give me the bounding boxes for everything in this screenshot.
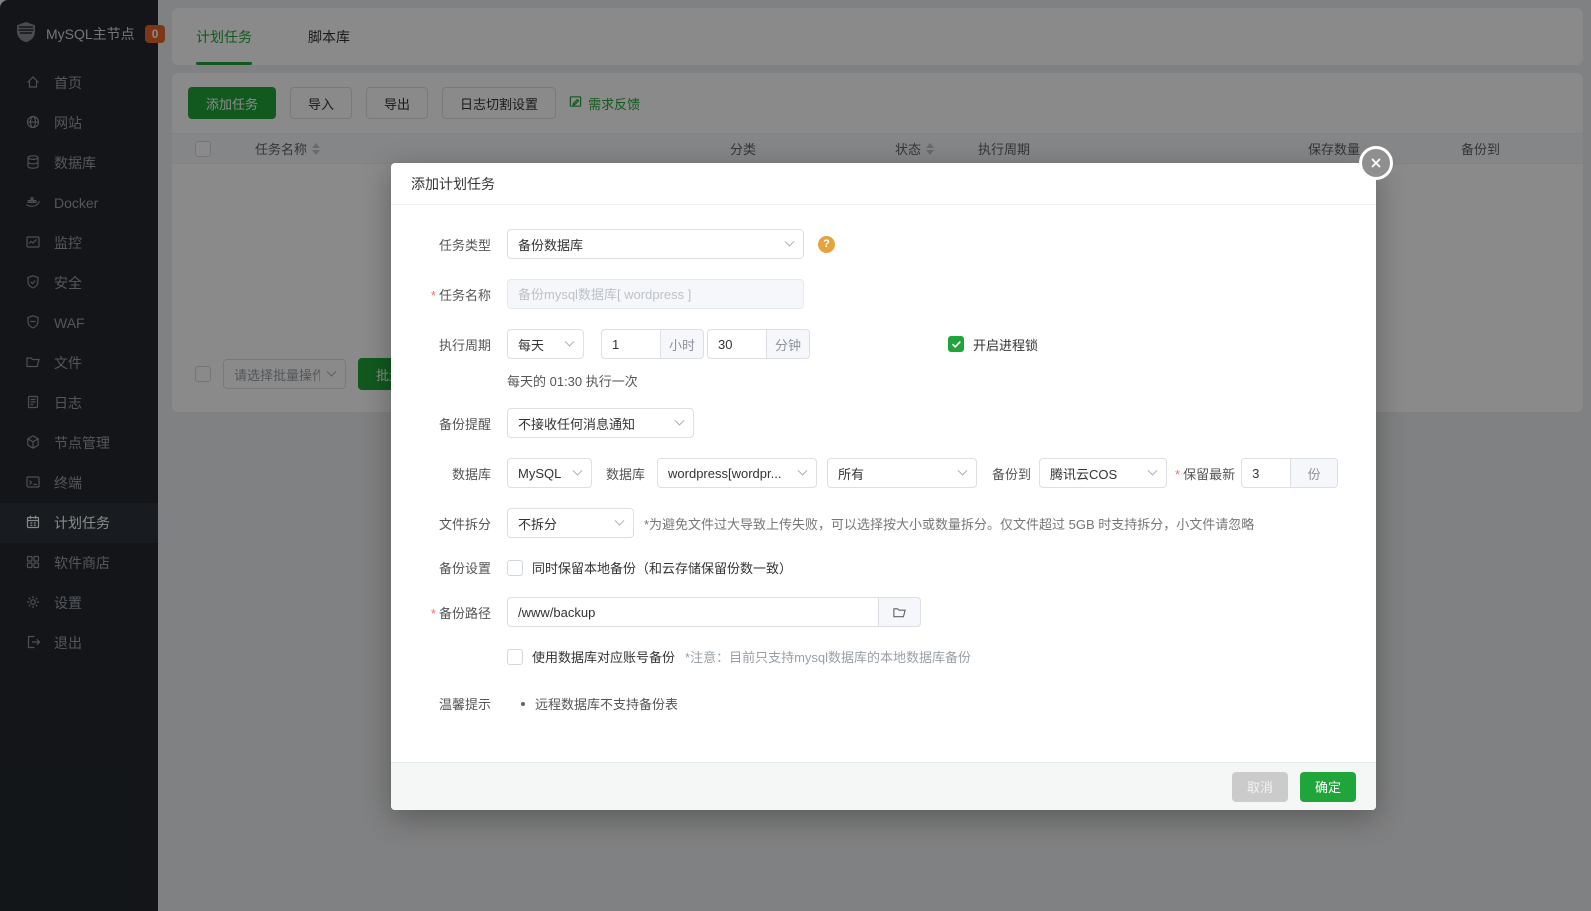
minute-unit-label: 分钟 — [767, 329, 810, 359]
modal-footer: 取消 确定 — [391, 762, 1376, 810]
backup-to-select[interactable]: 腾讯云COS — [1039, 458, 1168, 488]
backup-setting-label: 备份设置 — [438, 561, 491, 576]
db-account-checkbox[interactable] — [507, 648, 523, 665]
file-split-value: 不拆分 — [518, 516, 558, 532]
file-split-select[interactable]: 不拆分 — [507, 508, 634, 538]
notify-label: 备份提醒 — [438, 416, 491, 432]
task-name-input[interactable] — [507, 279, 804, 309]
file-split-label: 文件拆分 — [438, 516, 491, 532]
cycle-period-value: 每天 — [518, 337, 545, 353]
cycle-hint: 每天的 01:30 执行一次 — [507, 374, 638, 389]
file-split-note: *为避免文件过大导致上传失败，可以选择按大小或数量拆分。仅文件超过 5GB 时支… — [644, 516, 1255, 532]
chevron-down-icon — [564, 336, 575, 347]
keep-unit-label: 份 — [1291, 458, 1339, 488]
tips-item: 远程数据库不支持备份表 — [535, 697, 679, 712]
folder-picker-button[interactable] — [879, 597, 921, 627]
chevron-down-icon — [957, 465, 968, 476]
db-account-note: *注意：目前只支持mysql数据库的本地数据库备份 — [685, 650, 972, 665]
backup-path-input[interactable] — [507, 597, 879, 627]
task-type-select[interactable]: 备份数据库 — [507, 229, 804, 259]
keep-local-checkbox[interactable] — [507, 559, 523, 576]
notify-select[interactable]: 不接收任何消息通知 — [507, 408, 694, 438]
db-name-value: wordpress[wordpr... — [668, 465, 782, 481]
database-label: 数据库 — [451, 466, 491, 482]
db-select-label: 数据库 — [606, 466, 646, 482]
modal-title: 添加计划任务 — [411, 175, 495, 192]
tips-label: 温馨提示 — [438, 697, 491, 712]
chevron-down-icon — [784, 236, 795, 247]
process-lock-label: 开启进程锁 — [973, 337, 1039, 353]
db-engine-value: MySQL — [518, 465, 562, 481]
db-engine-select[interactable]: MySQL — [507, 458, 592, 488]
task-type-label: 任务类型 — [438, 237, 491, 253]
chevron-down-icon — [797, 465, 808, 476]
task-name-label: 任务名称 — [411, 285, 491, 304]
db-account-label: 使用数据库对应账号备份 — [532, 650, 676, 665]
task-type-value: 备份数据库 — [518, 237, 584, 253]
close-icon[interactable] — [1359, 146, 1393, 180]
backup-path-label: 备份路径 — [411, 603, 491, 622]
db-tables-select[interactable]: 所有 — [827, 458, 978, 488]
modal-header: 添加计划任务 — [391, 163, 1376, 205]
cycle-minute-input[interactable] — [707, 329, 767, 359]
help-icon[interactable]: ? — [818, 235, 835, 253]
chevron-down-icon — [1147, 465, 1158, 476]
db-name-select[interactable]: wordpress[wordpr... — [657, 458, 818, 488]
cycle-label: 执行周期 — [438, 337, 491, 353]
db-tables-value: 所有 — [838, 466, 865, 482]
add-task-modal: 添加计划任务 任务类型 备份数据库 ? 任务名称 执行周期 每天 — [391, 146, 1393, 810]
confirm-button[interactable]: 确定 — [1299, 771, 1356, 802]
keep-latest-label: 保留最新 — [1175, 464, 1235, 483]
bullet-dot-icon — [521, 701, 525, 706]
chevron-down-icon — [674, 415, 685, 426]
notify-value: 不接收任何消息通知 — [518, 416, 636, 432]
keep-local-label: 同时保留本地备份（和云存储保留份数一致） — [532, 561, 793, 576]
backup-to-value: 腾讯云COS — [1050, 466, 1118, 482]
keep-count-input[interactable] — [1241, 458, 1292, 488]
modal-body: 任务类型 备份数据库 ? 任务名称 执行周期 每天 小时 — [391, 205, 1376, 713]
cancel-button[interactable]: 取消 — [1231, 771, 1288, 802]
hour-unit-label: 小时 — [661, 329, 704, 359]
chevron-down-icon — [614, 515, 625, 526]
cycle-period-select[interactable]: 每天 — [507, 329, 584, 359]
process-lock-checkbox[interactable] — [948, 336, 964, 352]
cycle-hour-input[interactable] — [601, 329, 661, 359]
chevron-down-icon — [572, 465, 583, 476]
backup-to-label: 备份到 — [992, 466, 1032, 482]
